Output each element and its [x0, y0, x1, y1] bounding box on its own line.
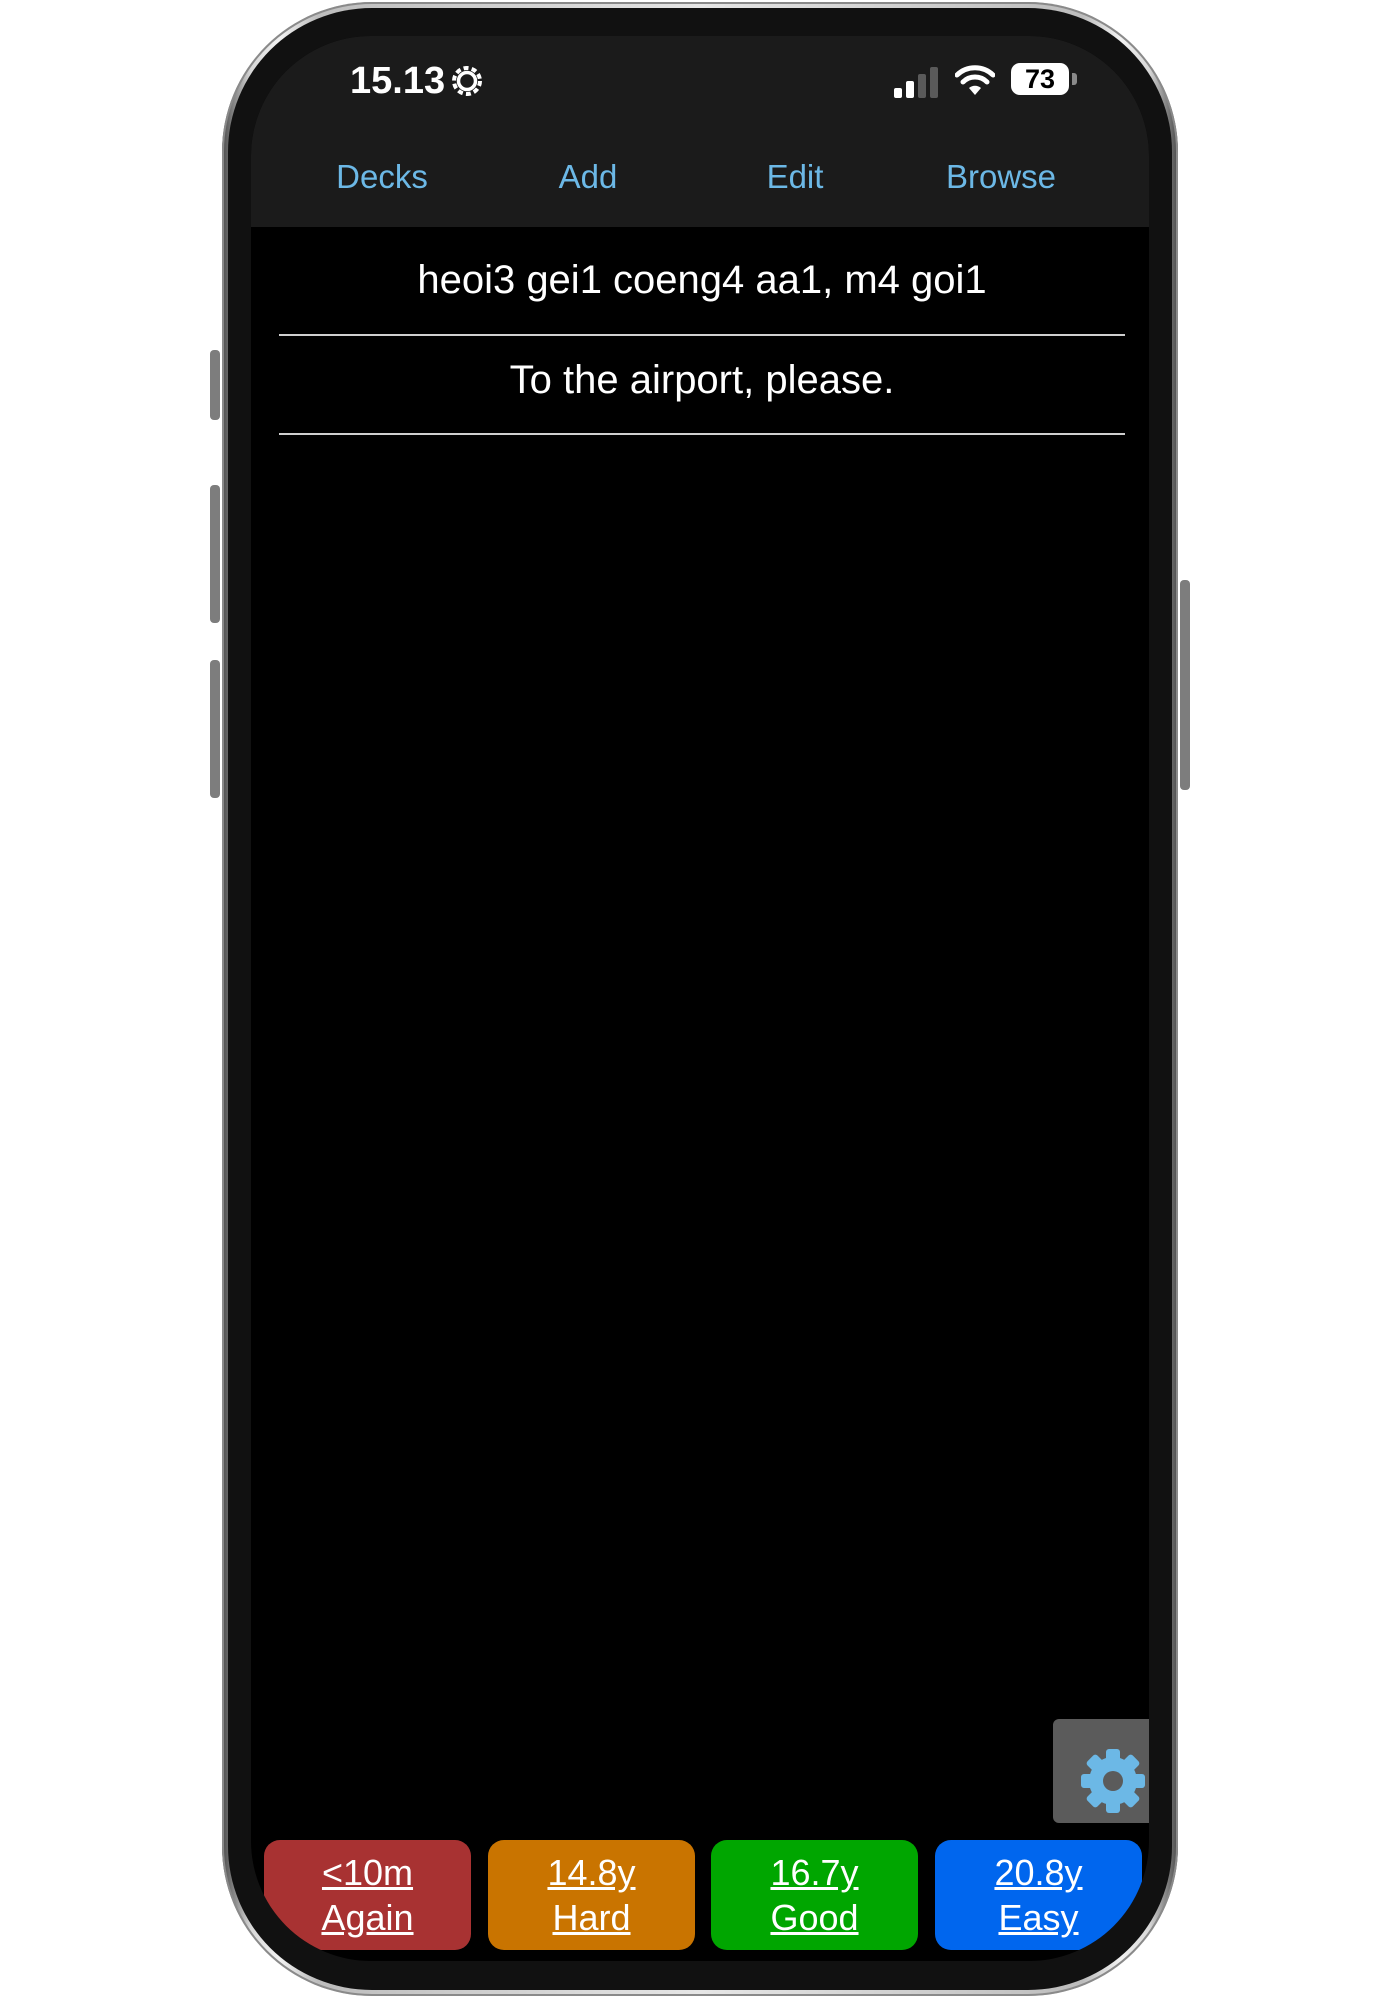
- nav-add[interactable]: Add: [498, 158, 678, 196]
- settings-gear-icon: [452, 66, 482, 96]
- cellular-signal-icon: [894, 67, 938, 98]
- good-button[interactable]: 16.7y Good: [711, 1840, 918, 1950]
- volume-up-button: [210, 485, 220, 623]
- good-interval: 16.7y: [770, 1852, 859, 1893]
- nav-browse[interactable]: Browse: [911, 158, 1091, 196]
- phone-screen: 15.13 73 Decks Add Edit Browse heoi3 gei…: [251, 36, 1149, 1961]
- wifi-icon: [955, 65, 995, 95]
- card-front-text: heoi3 gei1 coeng4 aa1, m4 goi1: [417, 258, 987, 302]
- hard-button[interactable]: 14.8y Hard: [488, 1840, 695, 1950]
- gear-icon: [1081, 1749, 1145, 1813]
- power-button: [1180, 580, 1190, 790]
- easy-button[interactable]: 20.8y Easy: [935, 1840, 1142, 1950]
- volume-down-button: [210, 660, 220, 798]
- again-button[interactable]: <10m Again: [264, 1840, 471, 1950]
- battery-tip: [1072, 73, 1077, 85]
- hard-label: Hard: [552, 1897, 631, 1938]
- settings-button[interactable]: [1053, 1719, 1149, 1823]
- hard-interval: 14.8y: [547, 1852, 636, 1893]
- status-time: 15.13: [350, 60, 446, 102]
- easy-label: Easy: [998, 1897, 1079, 1938]
- again-interval: <10m: [321, 1852, 414, 1893]
- good-label: Good: [770, 1897, 859, 1938]
- card-back-text: To the airport, please.: [509, 358, 895, 402]
- action-button: [210, 350, 220, 420]
- again-label: Again: [321, 1897, 414, 1938]
- top-bar: 15.13 73 Decks Add Edit Browse: [251, 36, 1149, 227]
- battery-icon: 73: [1011, 63, 1069, 95]
- nav-decks[interactable]: Decks: [292, 158, 472, 196]
- front-divider: [279, 334, 1125, 336]
- nav-edit[interactable]: Edit: [705, 158, 885, 196]
- easy-interval: 20.8y: [994, 1852, 1083, 1893]
- back-divider: [279, 433, 1125, 435]
